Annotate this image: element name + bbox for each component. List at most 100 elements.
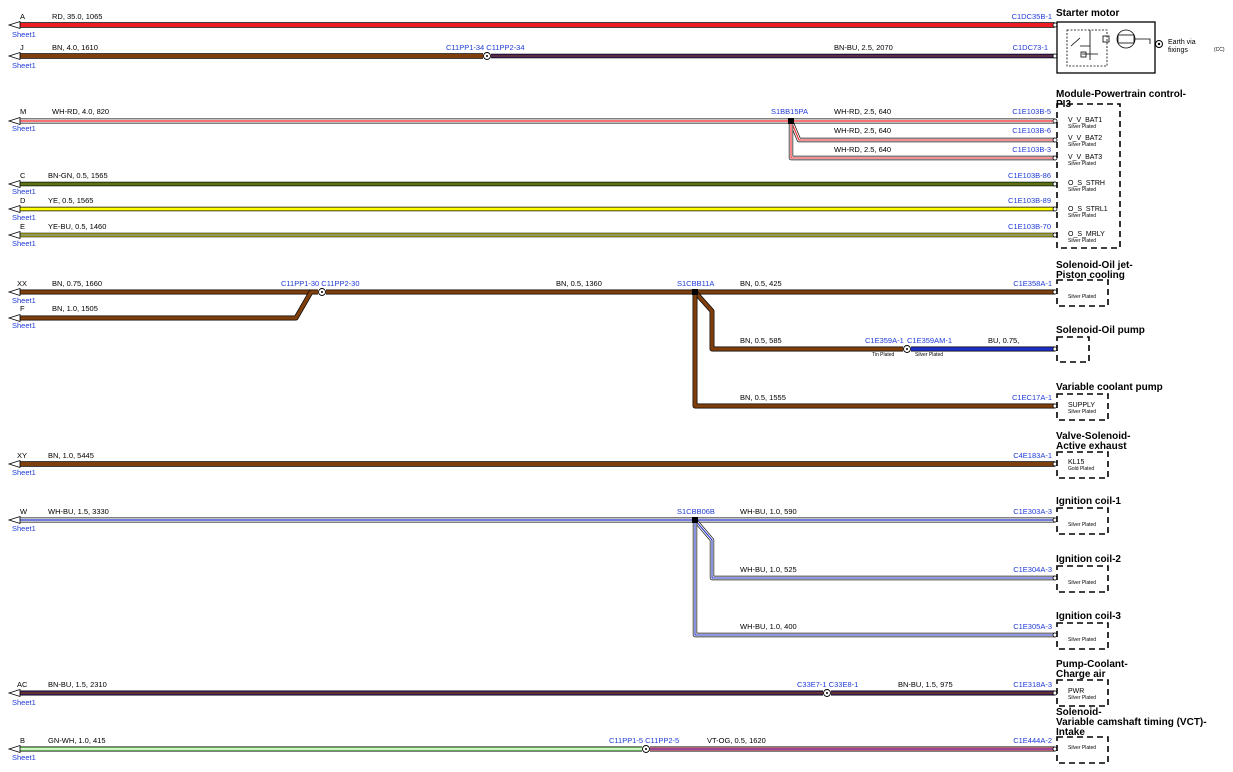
- wire-letter-f: F: [20, 304, 25, 313]
- component-title-coil3[interactable]: Ignition coil-3: [1056, 611, 1121, 622]
- node-label-w[interactable]: S1CBB06B: [677, 507, 715, 516]
- end-label-ac[interactable]: C1E318A-3: [1013, 680, 1052, 689]
- end-label-d[interactable]: C1E103B-89: [1008, 196, 1051, 205]
- wire-spec-b: GN-WH, 1.0, 415: [48, 736, 106, 745]
- sheet-link-w[interactable]: Sheet1: [12, 524, 36, 533]
- node-label-m[interactable]: S1BB15PA: [771, 107, 808, 116]
- chargeair-pin: PWR: [1068, 688, 1084, 695]
- splice-label-j[interactable]: C11PP1-34 C11PP2-34: [446, 43, 525, 52]
- exhaust-pin: KL15: [1068, 459, 1084, 466]
- pcm-pin-5: O_S_STRL1: [1068, 206, 1108, 213]
- exhaust-plate: Gold Plated: [1068, 466, 1094, 472]
- branch-spec-xx-3: BN, 0.5, 1555: [740, 393, 786, 402]
- pcm-plate-2: Silver Plated: [1068, 142, 1096, 148]
- end-label-c[interactable]: C1E103B-86: [1008, 171, 1051, 180]
- splice-connector-center: [645, 748, 647, 750]
- wire-spec2-ac: BN-BU, 1.5, 975: [898, 680, 953, 689]
- component-title-chargeair-2[interactable]: Charge air: [1056, 669, 1106, 680]
- pcm-pin-2: V_V_BAT2: [1068, 135, 1102, 142]
- end-label-b[interactable]: C1E444A-2: [1013, 736, 1052, 745]
- end-label-xx-3[interactable]: C1EC17A-1: [1012, 393, 1052, 402]
- component-title-coil2[interactable]: Ignition coil-2: [1056, 554, 1121, 565]
- oilpump-connector-box[interactable]: [1056, 336, 1090, 363]
- end-label-a[interactable]: C1DC35B-1: [1012, 12, 1052, 21]
- component-title-coolantpump[interactable]: Variable coolant pump: [1056, 382, 1163, 393]
- sheet-link-f[interactable]: Sheet1: [12, 321, 36, 330]
- earth-code: (CC): [1214, 47, 1225, 53]
- pcm-pin-1: V_V_BAT1: [1068, 117, 1102, 124]
- end-label-w-3[interactable]: C1E305A-3: [1013, 622, 1052, 631]
- end-label-xx-1[interactable]: C1E358A-1: [1013, 279, 1052, 288]
- end-label-m-1[interactable]: C1E103B-5: [1012, 107, 1051, 116]
- sheet-link-j[interactable]: Sheet1: [12, 61, 36, 70]
- splice-label-b[interactable]: C11PP1-5 C11PP2-5: [609, 736, 679, 745]
- end-label-m-2[interactable]: C1E103B-6: [1012, 126, 1051, 135]
- splice-connector-center: [321, 291, 323, 293]
- sheet-link-c[interactable]: Sheet1: [12, 187, 36, 196]
- branch-spec-m-2: WH-RD, 2.5, 640: [834, 126, 891, 135]
- end-label-w-1[interactable]: C1E303A-3: [1013, 507, 1052, 516]
- wire-spec2-b: VT-OG, 0.5, 1620: [707, 736, 766, 745]
- sheet-link-ac[interactable]: Sheet1: [12, 698, 36, 707]
- branch-spec-w-2: WH-BU, 1.0, 525: [740, 565, 797, 574]
- wire-spec-a: RD, 35.0, 1065: [52, 12, 102, 21]
- earth-label: Earth via: [1168, 39, 1196, 46]
- sheet-arrow-icon: [7, 204, 21, 214]
- component-title-oilpump[interactable]: Solenoid-Oil pump: [1056, 325, 1145, 336]
- conn-label-359am[interactable]: C1E359AM-1: [907, 336, 952, 345]
- pcm-plate-4: Silver Plated: [1068, 187, 1096, 193]
- end-label-m-3[interactable]: C1E103B-3: [1012, 145, 1051, 154]
- wire-letter-a: A: [20, 12, 25, 21]
- wire-letter-ac: AC: [17, 680, 28, 689]
- pcm-plate-3: Silver Plated: [1068, 161, 1096, 167]
- wire-letter-d: D: [20, 196, 26, 205]
- component-title-coil1[interactable]: Ignition coil-1: [1056, 496, 1121, 507]
- splice-label-ac[interactable]: C33E7-1 C33E8-1: [797, 680, 858, 689]
- wire-letter-e: E: [20, 222, 25, 231]
- wire-spec-xx: BN, 0.75, 1660: [52, 279, 102, 288]
- junction-node: [788, 118, 794, 124]
- node-label-xx[interactable]: S1CBB11A: [677, 279, 714, 288]
- pcm-plate-6: Silver Plated: [1068, 238, 1096, 244]
- coil3-connector-box[interactable]: [1056, 622, 1109, 650]
- splice-label-xx[interactable]: C11PP1-30 C11PP2-30: [281, 279, 360, 288]
- component-title-starter[interactable]: Starter motor: [1056, 8, 1119, 19]
- pcm-plate-5: Silver Plated: [1068, 213, 1096, 219]
- sheet-arrow-icon: [7, 230, 21, 240]
- coil3-plate: Silver Plated: [1068, 637, 1096, 643]
- wire-spec-w: WH-BU, 1.5, 3330: [48, 507, 109, 516]
- coil2-connector-box[interactable]: [1056, 565, 1109, 593]
- sheet-link-e[interactable]: Sheet1: [12, 239, 36, 248]
- sheet-arrow-icon: [7, 51, 21, 61]
- pcm-pin-3: V_V_BAT3: [1068, 154, 1102, 161]
- pcm-plate-1: Silver Plated: [1068, 124, 1096, 130]
- end-label-e[interactable]: C1E103B-70: [1008, 222, 1051, 231]
- component-title-pcm[interactable]: Module-Powertrain control-: [1056, 89, 1186, 100]
- end-label-j[interactable]: C1DC73-1: [1013, 43, 1048, 52]
- splice-connector-center: [906, 348, 908, 350]
- earth-icon: [1155, 40, 1163, 48]
- wire-letter-xx: XX: [17, 279, 27, 288]
- end-label-xy[interactable]: C4E183A-1: [1013, 451, 1052, 460]
- sheet-link-m[interactable]: Sheet1: [12, 124, 36, 133]
- splice-connector-center: [486, 55, 488, 57]
- plate-tin: Tin Plated: [872, 352, 895, 358]
- sheet-link-xy[interactable]: Sheet1: [12, 468, 36, 477]
- terminal-dot: [1052, 137, 1058, 143]
- sheet-link-a[interactable]: Sheet1: [12, 30, 36, 39]
- sheet-arrow-icon: [7, 459, 21, 469]
- wire-spec-xy: BN, 1.0, 5445: [48, 451, 94, 460]
- junction-node: [692, 289, 698, 295]
- coil1-connector-box[interactable]: [1056, 507, 1109, 535]
- oiljet-connector-box[interactable]: [1056, 279, 1109, 307]
- sheet-link-b[interactable]: Sheet1: [12, 753, 36, 762]
- end-label-w-2[interactable]: C1E304A-3: [1013, 565, 1052, 574]
- conn-label-359a[interactable]: C1E359A-1: [865, 336, 904, 345]
- component-title-exhaust-2[interactable]: Active exhaust: [1056, 441, 1127, 452]
- sheet-link-d[interactable]: Sheet1: [12, 213, 36, 222]
- junction-node: [692, 517, 698, 523]
- wire-spec-e: YE-BU, 0.5, 1460: [48, 222, 106, 231]
- wire-letter-c: C: [20, 171, 26, 180]
- wiring-diagram: A RD, 35.0, 1065 Sheet1 J BN, 4.0, 1610 …: [7, 8, 1225, 764]
- branch-spec-w-3: WH-BU, 1.0, 400: [740, 622, 797, 631]
